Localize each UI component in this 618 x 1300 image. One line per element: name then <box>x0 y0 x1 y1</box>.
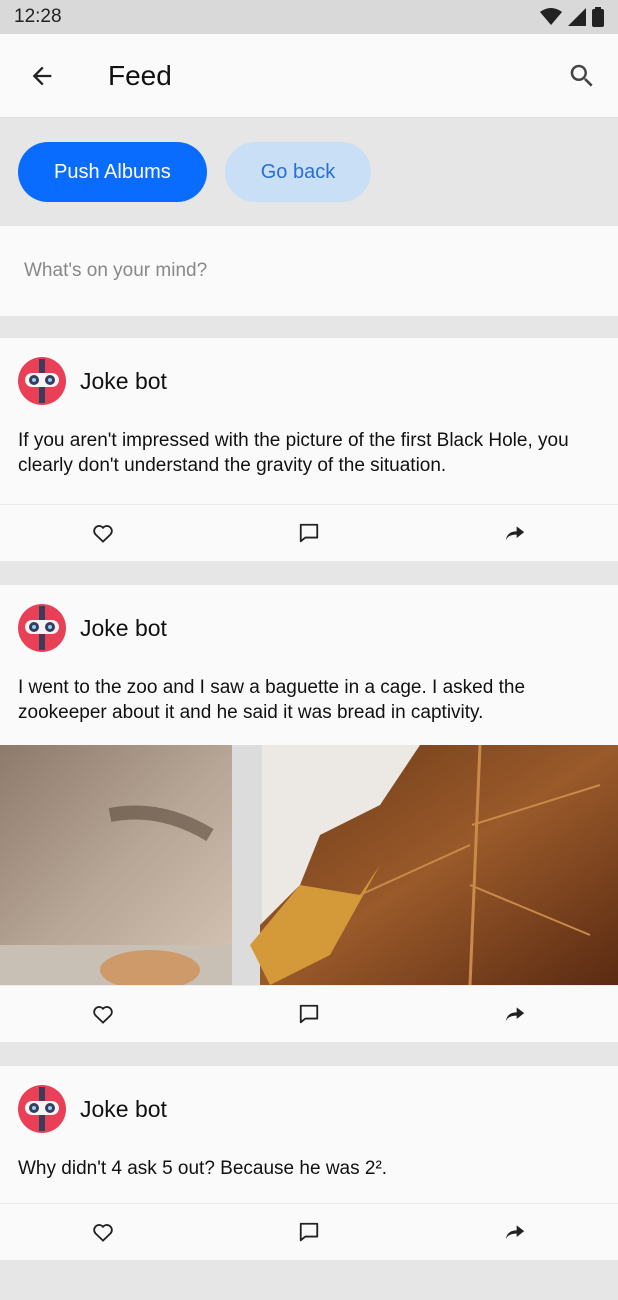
comment-icon <box>299 523 319 543</box>
arrow-left-icon <box>32 66 52 85</box>
robot-avatar-icon <box>25 359 59 403</box>
status-icons <box>540 7 604 27</box>
robot-avatar-icon <box>25 1087 59 1131</box>
post-image[interactable] <box>0 745 618 985</box>
heart-icon <box>93 1006 113 1024</box>
search-button[interactable] <box>554 48 610 104</box>
comment-icon <box>299 1222 319 1242</box>
autumn-leaf-photo <box>0 745 618 985</box>
post-author[interactable]: Joke bot <box>80 1096 167 1123</box>
feed-post: Joke bot Why didn't 4 ask 5 out? Because… <box>0 1066 618 1260</box>
wifi-icon <box>540 8 562 25</box>
share-button[interactable] <box>412 986 618 1042</box>
like-button[interactable] <box>0 505 206 561</box>
signal-icon <box>568 8 586 26</box>
comment-button[interactable] <box>206 505 412 561</box>
post-author[interactable]: Joke bot <box>80 368 167 395</box>
post-text: I went to the zoo and I saw a baguette i… <box>18 677 526 723</box>
post-composer-input[interactable]: What's on your mind? <box>0 226 618 316</box>
status-time: 12:28 <box>14 6 62 27</box>
share-button[interactable] <box>412 1204 618 1260</box>
heart-icon <box>93 1224 113 1242</box>
like-button[interactable] <box>0 986 206 1042</box>
back-button[interactable] <box>14 48 70 104</box>
robot-avatar-icon <box>25 606 59 650</box>
post-header: Joke bot <box>0 585 618 653</box>
post-header: Joke bot <box>0 1066 618 1134</box>
comment-button[interactable] <box>206 1204 412 1260</box>
go-back-button[interactable]: Go back <box>224 142 372 202</box>
avatar[interactable] <box>18 604 66 652</box>
page-title: Feed <box>108 59 172 91</box>
post-text: Why didn't 4 ask 5 out? Because he was 2… <box>18 1158 388 1179</box>
app-bar: Feed <box>0 34 618 118</box>
share-icon <box>505 1225 525 1240</box>
chip-row: Push Albums Go back <box>0 118 618 226</box>
like-button[interactable] <box>0 1204 206 1260</box>
share-icon <box>505 1007 525 1022</box>
post-actions <box>0 1203 618 1260</box>
search-icon <box>570 64 593 87</box>
composer-placeholder: What's on your mind? <box>24 260 208 281</box>
status-bar: 12:28 <box>0 0 618 34</box>
post-actions <box>0 985 618 1042</box>
share-button[interactable] <box>412 505 618 561</box>
post-actions <box>0 504 618 561</box>
feed-post: Joke bot I went to the zoo and I saw a b… <box>0 585 618 1042</box>
comment-button[interactable] <box>206 986 412 1042</box>
battery-icon <box>592 7 604 27</box>
heart-icon <box>93 525 113 543</box>
post-header: Joke bot <box>0 338 618 406</box>
avatar[interactable] <box>18 1085 66 1133</box>
comment-icon <box>299 1004 319 1024</box>
push-albums-button[interactable]: Push Albums <box>18 142 207 202</box>
post-author[interactable]: Joke bot <box>80 615 167 642</box>
feed-post: Joke bot If you aren't impressed with th… <box>0 338 618 561</box>
post-text: If you aren't impressed with the picture… <box>18 430 569 476</box>
avatar[interactable] <box>18 357 66 405</box>
share-icon <box>505 526 525 541</box>
